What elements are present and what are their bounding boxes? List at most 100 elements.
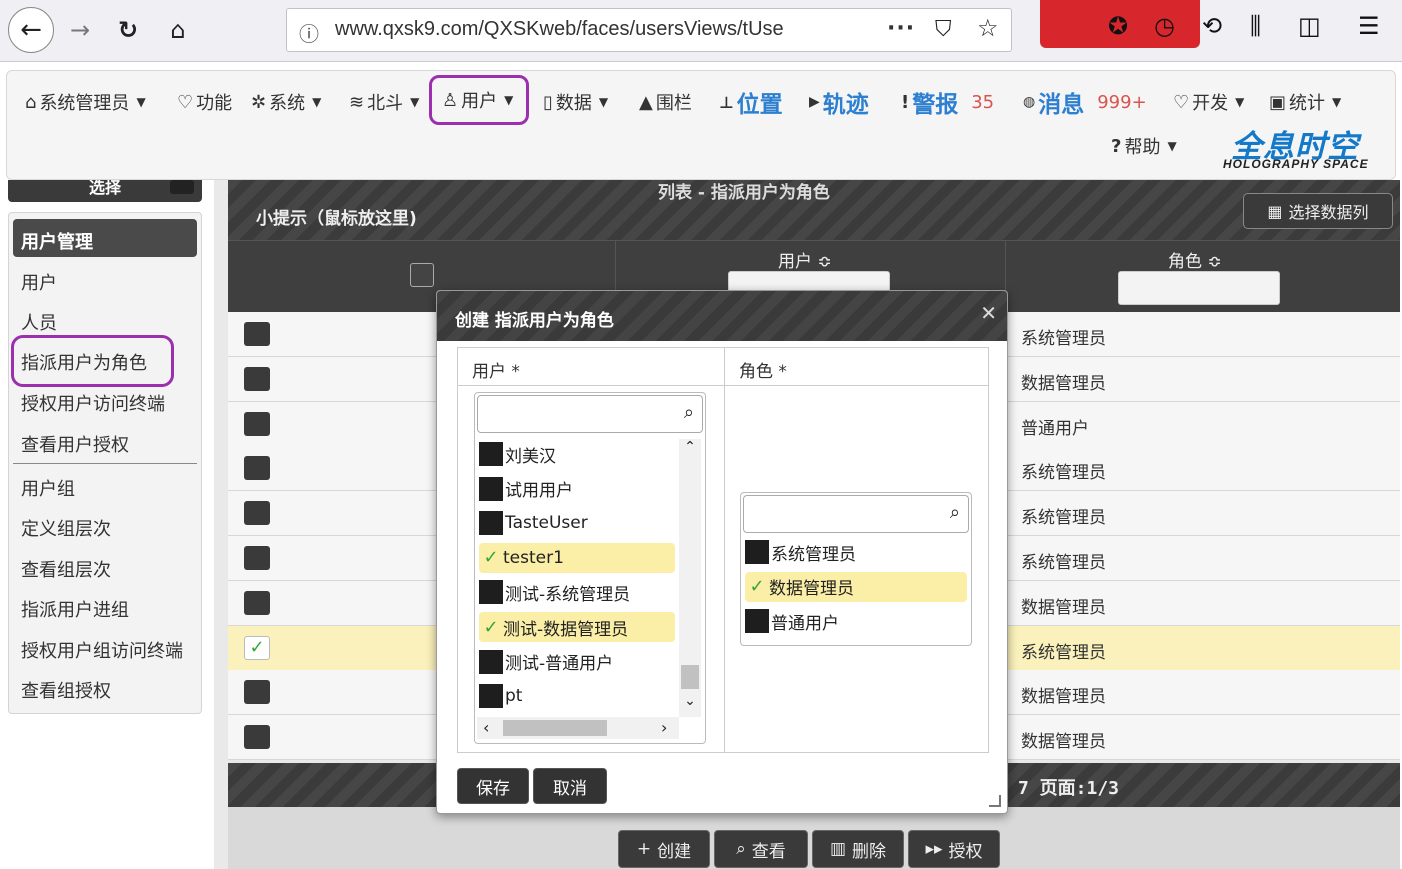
menu-alarm[interactable]: ! 警报 35: [901, 85, 994, 119]
menu-data[interactable]: ▯ 数据 ▼: [543, 89, 608, 115]
menu-user[interactable]: ♙ 用户 ▼: [429, 75, 529, 125]
role-filter-field[interactable]: ⌕: [743, 495, 969, 533]
list-option[interactable]: 刘美汉: [479, 439, 675, 469]
sidebar-item-assign-user-group[interactable]: 指派用户进组: [21, 596, 129, 622]
library-icon[interactable]: ⫼: [1250, 12, 1261, 40]
sidebar-icon[interactable]: ◫: [1298, 12, 1321, 40]
role-listbox[interactable]: ⌕ 系统管理员 ✓ 数据管理员 普通用户: [740, 492, 972, 646]
home-icon[interactable]: ⌂: [158, 8, 198, 52]
address-bar[interactable]: ⓘ www.qxsk9.com/QXSKweb/faces/usersViews…: [286, 8, 1012, 52]
user-listbox-hscroll[interactable]: ‹ ›: [477, 717, 679, 739]
forward-icon[interactable]: →: [60, 8, 100, 52]
dialog-title-bar[interactable]: 创建 指派用户为角色 ✕: [437, 291, 1007, 341]
home-icon: ⌂: [25, 91, 37, 113]
sidebar-item-authorize-user-terminal[interactable]: 授权用户访问终端: [21, 390, 165, 416]
bookmark-star-icon[interactable]: ☆: [977, 14, 999, 42]
scroll-left-icon[interactable]: ‹: [483, 718, 489, 737]
list-option[interactable]: 测试-系统管理员: [479, 577, 675, 607]
row-checkbox[interactable]: [244, 456, 270, 481]
row-checkbox[interactable]: [244, 590, 270, 615]
tip-text[interactable]: 小提示（鼠标放这里): [256, 204, 417, 229]
create-button[interactable]: + 创建: [618, 830, 710, 868]
select-columns-button[interactable]: ▦ 选择数据列: [1243, 193, 1393, 229]
menu-position[interactable]: ⊥ 位置: [719, 85, 783, 119]
menu-develop[interactable]: ♡ 开发 ▼: [1173, 89, 1244, 115]
list-option[interactable]: ✓ tester1: [479, 542, 675, 573]
user-filter-field[interactable]: ⌕: [477, 395, 703, 433]
list-option-label: 数据管理员: [769, 579, 854, 600]
authorize-button[interactable]: ▸▸ 授权: [908, 830, 1000, 868]
list-option[interactable]: 试用用户: [479, 474, 675, 504]
timer-icon[interactable]: ◷: [1154, 12, 1175, 40]
list-option[interactable]: 测试-普通用户: [479, 647, 675, 677]
scroll-down-icon[interactable]: ⌄: [679, 693, 701, 709]
menu-fence[interactable]: ▲ 围栏: [639, 89, 692, 115]
menu-help[interactable]: ? 帮助 ▼: [1111, 133, 1177, 159]
sidebar-item-view-user-auth[interactable]: 查看用户授权: [21, 431, 129, 457]
save-button[interactable]: 保存: [457, 768, 529, 804]
sidebar-item-assign-user-role[interactable]: 指派用户为角色: [21, 349, 147, 375]
sidebar-item-view-group-auth[interactable]: 查看组授权: [21, 677, 111, 703]
row-checkbox[interactable]: [244, 680, 270, 705]
list-option[interactable]: ✓ 数据管理员: [745, 571, 967, 602]
row-checkbox[interactable]: [244, 501, 270, 526]
row-role-cell: 系统管理员: [1021, 553, 1106, 573]
list-option[interactable]: TasteUser: [479, 508, 675, 538]
menu-track[interactable]: ▶ 轨迹: [809, 85, 869, 119]
row-checkbox[interactable]: [244, 322, 270, 346]
menu-beidou[interactable]: ≋ 北斗 ▼: [349, 89, 419, 115]
resize-handle-icon[interactable]: [989, 795, 1001, 807]
menu-track-label: 轨迹: [822, 92, 869, 118]
role-filter-input[interactable]: [1118, 271, 1280, 305]
more-icon[interactable]: ···: [887, 16, 915, 41]
history-icon[interactable]: ⟲: [1202, 12, 1222, 40]
sidebar-item-authorize-group-terminal[interactable]: 授权用户组访问终端: [21, 637, 183, 663]
list-option[interactable]: pt: [479, 681, 675, 711]
collapse-icon[interactable]: [170, 180, 194, 194]
scroll-right-icon[interactable]: ›: [661, 718, 667, 737]
select-all-checkbox[interactable]: [410, 263, 434, 287]
close-icon[interactable]: ✕: [980, 301, 997, 325]
scroll-up-icon[interactable]: ⌃: [679, 439, 701, 455]
header-role-column[interactable]: 角色 ≎: [1006, 241, 1400, 313]
menu-system-label: 系统: [269, 93, 306, 114]
row-checkbox[interactable]: [244, 366, 270, 391]
file-icon: ▯: [543, 91, 553, 113]
url-text[interactable]: www.qxsk9.com/QXSKweb/faces/usersViews/t…: [335, 18, 784, 41]
delete-button[interactable]: ▥ 删除: [812, 830, 904, 868]
sidebar-item-define-group-hierarchy[interactable]: 定义组层次: [21, 515, 111, 541]
menu-stats[interactable]: ▣ 统计 ▼: [1269, 89, 1341, 115]
menu-message[interactable]: ◍ 消息 999+: [1023, 85, 1147, 119]
header-user-label[interactable]: 用户 ≎: [778, 247, 832, 272]
sidebar-item-user[interactable]: 用户: [21, 269, 57, 295]
list-option[interactable]: 系统管理员: [745, 537, 967, 567]
list-option[interactable]: 普通用户: [745, 606, 967, 636]
user-listbox[interactable]: ⌕ 刘美汉试用用户 TasteUser ✓ tester1 测试-系统管理员 ✓ 测试-数据…: [474, 392, 706, 744]
menu-function[interactable]: ♡ 功能: [177, 89, 232, 115]
list-option[interactable]: ✓ 测试-数据管理员: [479, 612, 675, 642]
sidebar-select-label: 选择: [88, 180, 121, 197]
menu-admin[interactable]: ⌂ 系统管理员 ▼: [25, 89, 146, 115]
reload-icon[interactable]: ↻: [108, 8, 148, 52]
sidebar-item-person[interactable]: 人员: [21, 309, 57, 335]
row-checkbox[interactable]: [244, 725, 270, 750]
extension-icon[interactable]: ✪: [1108, 12, 1128, 40]
info-icon[interactable]: ⓘ: [299, 18, 319, 47]
row-checkbox[interactable]: ✓: [244, 635, 270, 660]
back-icon[interactable]: ←: [8, 7, 54, 53]
row-checkbox[interactable]: [244, 411, 270, 436]
sidebar-item-user-group[interactable]: 用户组: [21, 475, 75, 501]
user-listbox-vscroll[interactable]: ⌃ ⌄: [679, 439, 701, 717]
hamburger-menu-icon[interactable]: ☰: [1358, 12, 1380, 40]
pocket-icon[interactable]: ⛉: [935, 17, 952, 42]
cancel-button[interactable]: 取消: [533, 768, 607, 804]
scroll-thumb[interactable]: [681, 665, 699, 689]
hscroll-thumb[interactable]: [503, 720, 607, 736]
check-icon: ✓: [749, 576, 765, 598]
row-checkbox[interactable]: [244, 546, 270, 570]
header-role-label[interactable]: 角色 ≎: [1168, 247, 1222, 272]
menu-system[interactable]: ✲ 系统 ▼: [251, 89, 321, 115]
sidebar-item-view-group-hierarchy[interactable]: 查看组层次: [21, 556, 111, 582]
view-button[interactable]: ⌕ 查看: [714, 830, 808, 868]
alarm-count-badge: 35: [971, 91, 995, 113]
